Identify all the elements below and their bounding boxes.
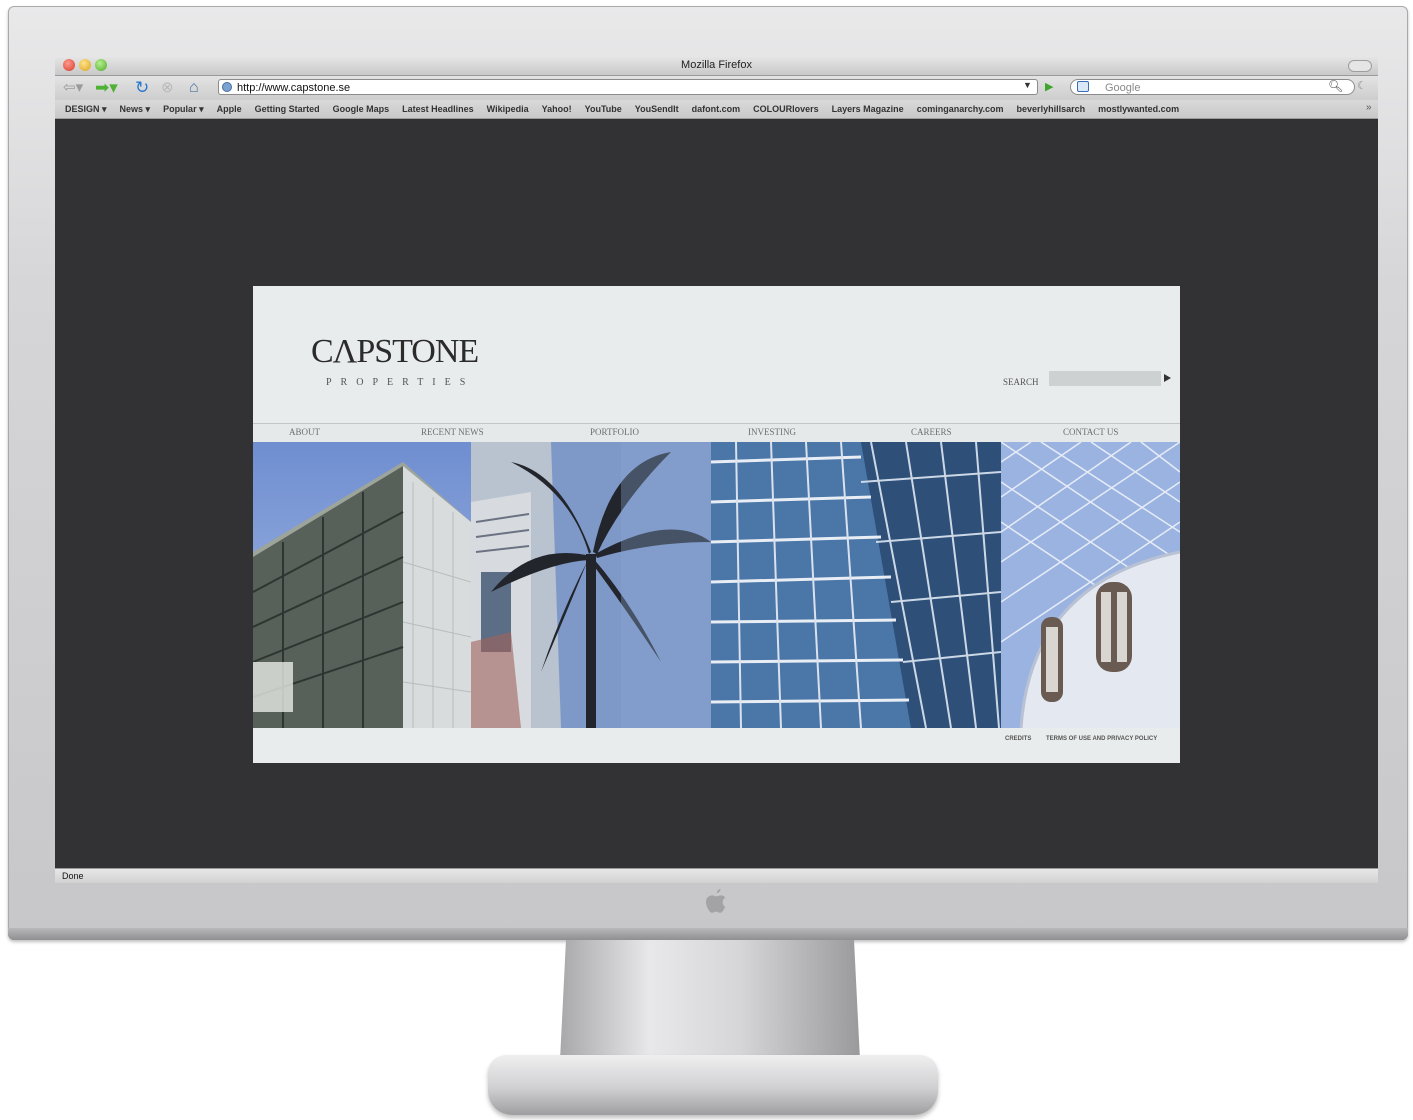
bookmark-beverlyhillsarch[interactable]: beverlyhillsarch [1017,104,1086,114]
bookmark-dafont[interactable]: dafont.com [692,104,741,114]
site-footer: CREDITS TERMS OF USE AND PRIVACY POLICY [253,728,1180,763]
back-arrow-icon[interactable]: ⇦▾ [63,79,83,97]
monitor-stand-neck [560,940,860,1060]
go-arrow-icon[interactable]: ▶ [1045,80,1053,93]
bookmark-colourlovers[interactable]: COLOURlovers [753,104,819,114]
site-search-go-icon[interactable] [1164,374,1171,382]
minimize-window-button[interactable] [79,59,91,71]
window-title: Mozilla Firefox [681,59,752,71]
nav-recent-news[interactable]: RECENT NEWS [421,427,484,437]
bookmark-getting-started[interactable]: Getting Started [255,104,320,114]
zoom-window-button[interactable] [95,59,107,71]
status-bar: Done [55,868,1378,883]
bookmark-design[interactable]: DESIGN ▾ [65,104,107,115]
bookmark-mostlywanted[interactable]: mostlywanted.com [1098,104,1179,114]
nav-contact-us[interactable]: CONTACT US [1063,427,1118,437]
nav-portfolio[interactable]: PORTFOLIO [590,427,639,437]
home-icon[interactable]: ⌂ [189,79,199,97]
navigation-toolbar: ⇦▾ ➡▾ ↻ ⊗ ⌂ http://www.capstone.se ▼ ▶ G… [55,76,1378,100]
bookmarks-toolbar: DESIGN ▾ News ▾ Popular ▾ Apple Getting … [55,100,1378,119]
search-input[interactable]: Google [1070,79,1355,95]
screen: Mozilla Firefox ⇦▾ ➡▾ ↻ ⊗ ⌂ http://www.c… [55,55,1378,883]
bookmark-popular[interactable]: Popular ▾ [163,104,204,115]
bookmarks-overflow-button[interactable]: » [1366,102,1372,113]
site-search-label: SEARCH [1003,377,1039,387]
bookmark-google-maps[interactable]: Google Maps [333,104,390,114]
close-window-button[interactable] [63,59,75,71]
globe-icon [222,82,232,92]
toolbar-toggle-button[interactable] [1348,60,1372,72]
nav-careers[interactable]: CAREERS [911,427,952,437]
monitor-bezel-edge [8,928,1408,940]
magnifier-icon[interactable]: 🔍︎ [1328,79,1343,93]
monitor-stand-base [488,1055,938,1115]
activity-indicator-icon: ☾ [1357,80,1367,92]
forward-arrow-icon[interactable]: ➡▾ [95,79,118,97]
site-search-input[interactable] [1049,371,1161,386]
nav-investing[interactable]: INVESTING [748,427,796,437]
search-engine-icon[interactable] [1077,81,1089,92]
browser-content-area: CΛPSTONE PROPERTIES SEARCH ABOUT RECENT … [55,120,1378,868]
bookmark-wikipedia[interactable]: Wikipedia [487,104,529,114]
footer-terms-link[interactable]: TERMS OF USE AND PRIVACY POLICY [1046,736,1157,742]
apple-logo-icon [702,888,730,920]
bookmark-news[interactable]: News ▾ [120,104,151,115]
hero-photo-strip [253,442,1180,728]
window-title-bar: Mozilla Firefox [55,55,1378,76]
url-input[interactable]: http://www.capstone.se [218,79,1038,95]
bookmark-apple[interactable]: Apple [217,104,242,114]
bookmark-layers-magazine[interactable]: Layers Magazine [832,104,904,114]
bookmark-youtube[interactable]: YouTube [585,104,622,114]
capstone-site: CΛPSTONE PROPERTIES SEARCH ABOUT RECENT … [253,286,1180,763]
bookmark-yousendit[interactable]: YouSendIt [635,104,679,114]
site-logo[interactable]: CΛPSTONE [311,333,479,371]
footer-credits-link[interactable]: CREDITS [1005,736,1031,742]
bookmark-cominganarchy[interactable]: cominganarchy.com [917,104,1004,114]
photo-palm-tower [471,442,711,728]
stop-icon[interactable]: ⊗ [161,79,174,97]
site-navigation: ABOUT RECENT NEWS PORTFOLIO INVESTING CA… [253,423,1180,443]
nav-about[interactable]: ABOUT [289,427,320,437]
url-history-dropdown-icon[interactable]: ▼ [1023,80,1032,90]
photo-building-1 [253,442,471,728]
bookmark-yahoo[interactable]: Yahoo! [542,104,572,114]
photo-lattice-rotunda [1001,442,1180,728]
reload-icon[interactable]: ↻ [135,79,149,97]
bookmark-latest-headlines[interactable]: Latest Headlines [402,104,474,114]
site-logo-subtitle: PROPERTIES [326,377,475,388]
photo-glass-tower [711,442,1001,728]
